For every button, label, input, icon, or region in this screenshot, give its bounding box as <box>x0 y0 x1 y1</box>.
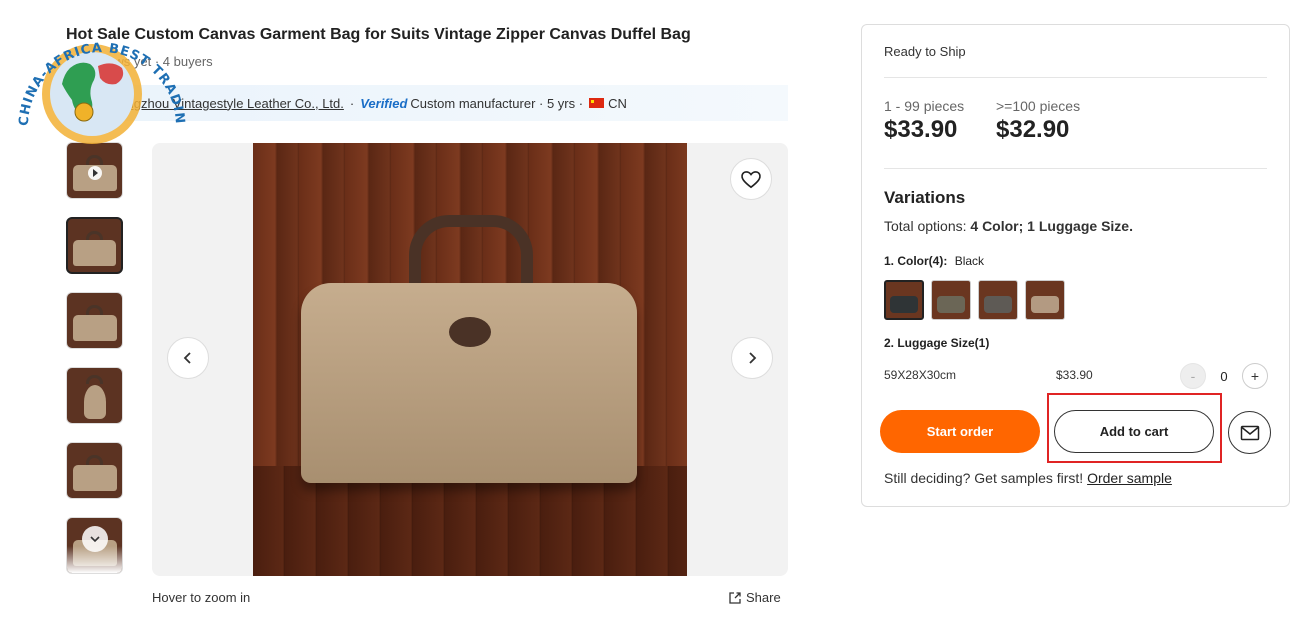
message-supplier-button[interactable] <box>1228 411 1271 454</box>
main-image-viewer[interactable] <box>152 143 788 576</box>
share-label: Share <box>746 590 781 605</box>
mail-icon <box>1240 425 1259 440</box>
handle-shape <box>85 455 104 465</box>
variations-title: Variations <box>884 188 966 207</box>
heart-icon <box>741 171 761 189</box>
sample-prompt: Still deciding? Get samples first! Order… <box>884 470 1172 486</box>
previous-image-button[interactable] <box>167 337 209 379</box>
color-selected: Black <box>954 254 985 268</box>
bag-shape <box>73 240 116 266</box>
supplier-type: Custom manufacturer · 5 yrs · <box>410 95 584 111</box>
next-image-button[interactable] <box>731 337 773 379</box>
scroll-down-button[interactable] <box>81 526 108 552</box>
tier-price: $32.90 <box>996 116 1070 143</box>
total-options-value: 4 Color; 1 Luggage Size. <box>970 218 1133 234</box>
bag-shape <box>72 315 117 342</box>
play-icon <box>87 165 102 180</box>
supplier-country: CN <box>608 95 627 111</box>
handle-shape <box>85 374 104 385</box>
price-tier: 1 - 99 pieces $33.90 <box>884 98 964 144</box>
deciding-text: Still deciding? Get samples first! <box>884 470 1084 486</box>
tier-quantity: 1 - 99 pieces <box>884 98 965 114</box>
share-button[interactable]: Share <box>728 590 781 605</box>
photo-bag <box>301 283 637 483</box>
separator: · <box>349 95 355 111</box>
thumbnail-image[interactable] <box>66 217 123 274</box>
share-icon <box>729 591 741 604</box>
zoom-hint: Hover to zoom in <box>152 590 251 605</box>
decrease-button[interactable]: - <box>1180 363 1206 389</box>
swatch-color[interactable] <box>884 280 924 320</box>
purchase-panel: Ready to Ship 1 - 99 pieces $33.90 >=100… <box>861 24 1290 507</box>
quantity-value[interactable]: 0 <box>1214 369 1234 384</box>
swatch-color[interactable] <box>978 280 1018 320</box>
divider <box>884 168 1267 169</box>
swatch-color[interactable] <box>931 280 971 320</box>
leather-patch <box>449 317 491 347</box>
thumbnail-image[interactable] <box>66 292 123 349</box>
quantity-stepper: - 0 + <box>1180 363 1268 389</box>
increase-button[interactable]: + <box>1242 363 1268 389</box>
color-label: 1. Color(4): Black <box>884 254 984 268</box>
color-label-title: 1. Color(4): <box>884 254 948 268</box>
divider <box>884 77 1267 78</box>
thumbnail-list <box>66 142 124 592</box>
total-options: Total options: 4 Color; 1 Luggage Size. <box>884 218 1133 234</box>
size-label: 2. Luggage Size(1) <box>884 336 990 350</box>
tier-price: $33.90 <box>884 116 958 143</box>
handle-shape <box>85 305 104 315</box>
order-sample-link[interactable]: Order sample <box>1087 470 1172 486</box>
thumbnail-image[interactable] <box>66 367 123 424</box>
product-photo <box>253 143 687 576</box>
favorite-button[interactable] <box>730 158 772 200</box>
bag-shape <box>83 384 106 419</box>
handle-shape <box>86 230 103 241</box>
verified-badge: Verified <box>360 95 408 111</box>
tier-quantity: >=100 pieces <box>996 98 1081 114</box>
ready-to-ship-label: Ready to Ship <box>884 44 966 59</box>
chevron-left-icon <box>183 352 191 364</box>
price-tier: >=100 pieces $32.90 <box>996 98 1080 144</box>
add-to-cart-button[interactable]: Add to cart <box>1054 410 1214 453</box>
total-options-prefix: Total options: <box>884 218 967 234</box>
chevron-right-icon <box>749 352 757 364</box>
start-order-button[interactable]: Start order <box>880 410 1040 453</box>
swatch-color[interactable] <box>1025 280 1065 320</box>
china-africa-logo: CHINA-AFRICA BEST TRADING PLATFORM <box>8 6 186 144</box>
color-swatches <box>884 280 1065 320</box>
bag-shape <box>72 465 117 492</box>
china-flag-icon <box>589 98 605 108</box>
chevron-down-icon <box>89 536 100 543</box>
thumbnail-image[interactable] <box>66 517 123 574</box>
size-price: $33.90 <box>1056 368 1093 382</box>
thumbnail-image[interactable] <box>66 442 123 499</box>
size-name: 59X28X30cm <box>884 368 957 382</box>
